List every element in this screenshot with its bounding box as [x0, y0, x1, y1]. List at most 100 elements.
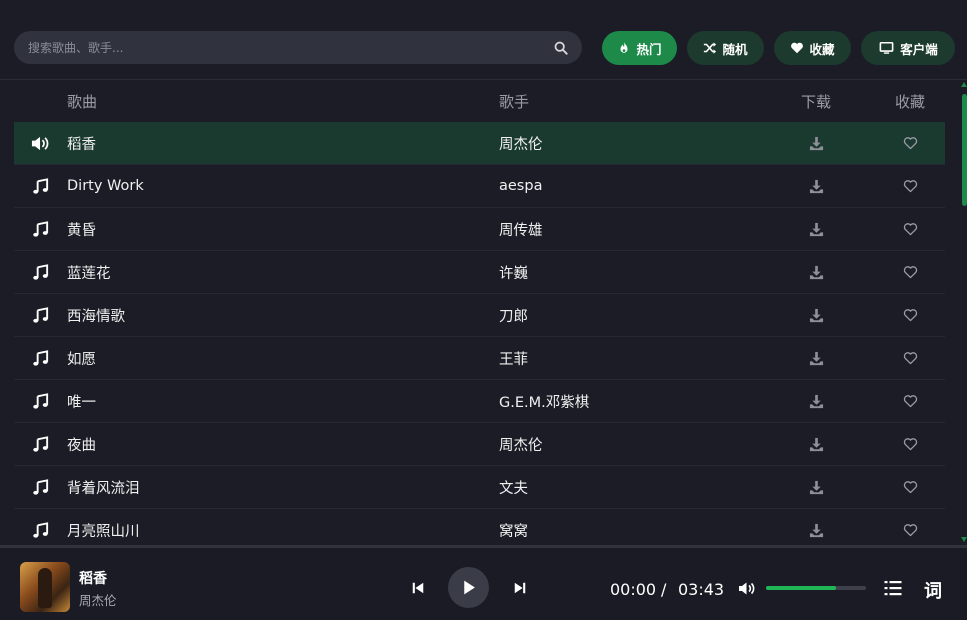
download-button[interactable] — [757, 179, 875, 194]
row-artist[interactable]: 窝窝 — [499, 520, 757, 541]
hot-button[interactable]: 热门 — [602, 31, 677, 65]
row-song-title[interactable]: 黄昏 — [67, 219, 499, 240]
row-artist[interactable]: 周传雄 — [499, 219, 757, 240]
previous-button[interactable] — [408, 578, 428, 598]
favorites-button-label: 收藏 — [809, 41, 835, 57]
row-status — [14, 135, 67, 152]
table-row[interactable]: 西海情歌 刀郎 — [14, 294, 945, 337]
favorite-button[interactable] — [875, 136, 945, 150]
row-artist[interactable]: 周杰伦 — [499, 133, 757, 154]
scroll-up-arrow[interactable] — [961, 82, 967, 87]
random-button[interactable]: 随机 — [687, 31, 764, 65]
row-artist[interactable]: aespa — [499, 178, 757, 194]
row-artist[interactable]: 刀郎 — [499, 305, 757, 326]
volume-slider[interactable] — [766, 586, 866, 590]
search-input[interactable] — [28, 31, 548, 64]
table-row[interactable]: 黄昏 周传雄 — [14, 208, 945, 251]
download-button[interactable] — [757, 222, 875, 237]
header-favorite: 收藏 — [894, 93, 925, 111]
table-header: 歌曲 歌手 下载 收藏 — [14, 81, 945, 122]
table-row[interactable]: 蓝莲花 许巍 — [14, 251, 945, 294]
row-song-title[interactable]: 蓝莲花 — [67, 262, 499, 283]
client-button-label: 客户端 — [900, 41, 938, 57]
heart-outline-icon — [903, 180, 917, 193]
row-artist[interactable]: 文夫 — [499, 477, 757, 498]
monitor-icon — [879, 41, 894, 54]
heart-outline-icon — [903, 395, 917, 408]
favorite-button[interactable] — [875, 351, 945, 365]
lyrics-button[interactable]: 词 — [924, 577, 942, 603]
play-icon — [464, 580, 475, 595]
music-note-icon — [33, 177, 49, 194]
download-button[interactable] — [757, 265, 875, 280]
download-button[interactable] — [757, 351, 875, 366]
header-artist: 歌手 — [499, 93, 530, 111]
album-cover[interactable] — [20, 562, 70, 612]
download-icon — [809, 523, 823, 537]
row-song-title[interactable]: 月亮照山川 — [67, 520, 499, 541]
row-song-title[interactable]: 唯一 — [67, 391, 499, 412]
playlist-icon[interactable] — [884, 580, 902, 596]
shuffle-icon — [704, 42, 717, 54]
favorites-button[interactable]: 收藏 — [774, 31, 851, 65]
row-song-title[interactable]: 夜曲 — [67, 434, 499, 455]
favorite-button[interactable] — [875, 265, 945, 279]
row-status — [14, 521, 67, 539]
row-status — [14, 220, 67, 238]
row-artist[interactable]: 王菲 — [499, 348, 757, 369]
next-button[interactable] — [510, 578, 530, 598]
music-note-icon — [33, 306, 49, 323]
heart-outline-icon — [903, 223, 917, 236]
favorite-button[interactable] — [875, 179, 945, 193]
row-status — [14, 478, 67, 496]
heart-icon — [791, 42, 804, 54]
download-icon — [809, 394, 823, 408]
row-artist[interactable]: 许巍 — [499, 262, 757, 283]
download-icon — [809, 136, 823, 150]
download-button[interactable] — [757, 523, 875, 538]
search-icon[interactable] — [554, 41, 568, 55]
table-row[interactable]: 夜曲 周杰伦 — [14, 423, 945, 466]
table-row[interactable]: 稻香 周杰伦 — [14, 122, 945, 165]
favorite-button[interactable] — [875, 480, 945, 494]
table-row[interactable]: Dirty Work aespa — [14, 165, 945, 208]
favorite-button[interactable] — [875, 394, 945, 408]
favorite-button[interactable] — [875, 437, 945, 451]
row-artist[interactable]: G.E.M.邓紫棋 — [499, 391, 757, 412]
music-note-icon — [33, 263, 49, 280]
download-button[interactable] — [757, 308, 875, 323]
row-song-title[interactable]: Dirty Work — [67, 178, 499, 194]
song-list: 歌曲 歌手 下载 收藏 稻香 周杰伦 Dirty Work aespa 黄昏 周传雄 蓝莲花… — [14, 81, 945, 543]
row-song-title[interactable]: 稻香 — [67, 133, 499, 154]
favorite-button[interactable] — [875, 308, 945, 322]
skip-back-icon — [412, 582, 424, 594]
table-row[interactable]: 如愿 王菲 — [14, 337, 945, 380]
table-row[interactable]: 月亮照山川 窝窝 — [14, 509, 945, 543]
download-button[interactable] — [757, 480, 875, 495]
scroll-down-arrow[interactable] — [961, 537, 967, 542]
music-note-icon — [33, 349, 49, 366]
download-icon — [809, 351, 823, 365]
row-song-title[interactable]: 如愿 — [67, 348, 499, 369]
play-button[interactable] — [448, 567, 489, 608]
download-button[interactable] — [757, 136, 875, 151]
download-icon — [809, 308, 823, 322]
table-row[interactable]: 背着风流泪 文夫 — [14, 466, 945, 509]
favorite-button[interactable] — [875, 222, 945, 236]
download-button[interactable] — [757, 394, 875, 409]
client-button[interactable]: 客户端 — [861, 31, 955, 65]
table-row[interactable]: 唯一 G.E.M.邓紫棋 — [14, 380, 945, 423]
heart-outline-icon — [903, 524, 917, 537]
download-icon — [809, 437, 823, 451]
volume-icon[interactable] — [738, 581, 756, 596]
favorite-button[interactable] — [875, 523, 945, 537]
skip-forward-icon — [514, 582, 526, 594]
music-note-icon — [33, 521, 49, 538]
row-song-title[interactable]: 西海情歌 — [67, 305, 499, 326]
row-artist[interactable]: 周杰伦 — [499, 434, 757, 455]
heart-outline-icon — [903, 438, 917, 451]
row-status — [14, 349, 67, 367]
scrollbar-thumb[interactable] — [962, 94, 967, 206]
row-song-title[interactable]: 背着风流泪 — [67, 477, 499, 498]
download-button[interactable] — [757, 437, 875, 452]
